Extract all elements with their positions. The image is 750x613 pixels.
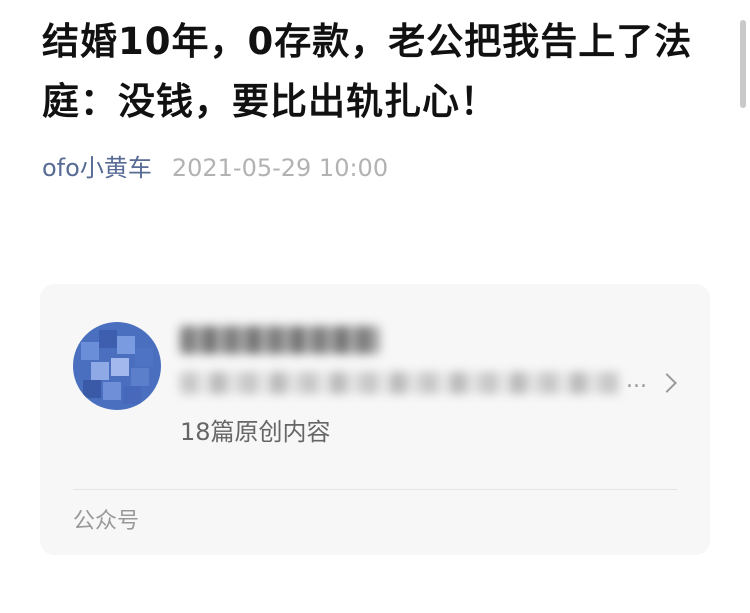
- account-avatar: [73, 322, 161, 410]
- description-ellipsis: ...: [626, 368, 647, 393]
- account-description-blurred: [180, 372, 620, 394]
- scrollbar[interactable]: [740, 20, 746, 108]
- article-title: 结婚10年，0存款，老公把我告上了法庭：没钱，要比出轨扎心！: [42, 20, 693, 123]
- author-link[interactable]: ofo小黄车: [42, 152, 152, 184]
- card-divider: [73, 489, 677, 490]
- article-meta: ofo小黄车 2021-05-29 10:00: [42, 152, 388, 184]
- publish-date: 2021-05-29 10:00: [171, 154, 389, 182]
- account-name-blurred: [180, 326, 380, 354]
- chevron-right-icon[interactable]: [657, 373, 677, 393]
- account-card[interactable]: ... 18篇原创内容 公众号: [40, 284, 710, 555]
- account-type-label: 公众号: [73, 509, 140, 534]
- original-content-count: 18篇原创内容: [180, 418, 331, 446]
- account-card-body[interactable]: ... 18篇原创内容: [40, 284, 710, 472]
